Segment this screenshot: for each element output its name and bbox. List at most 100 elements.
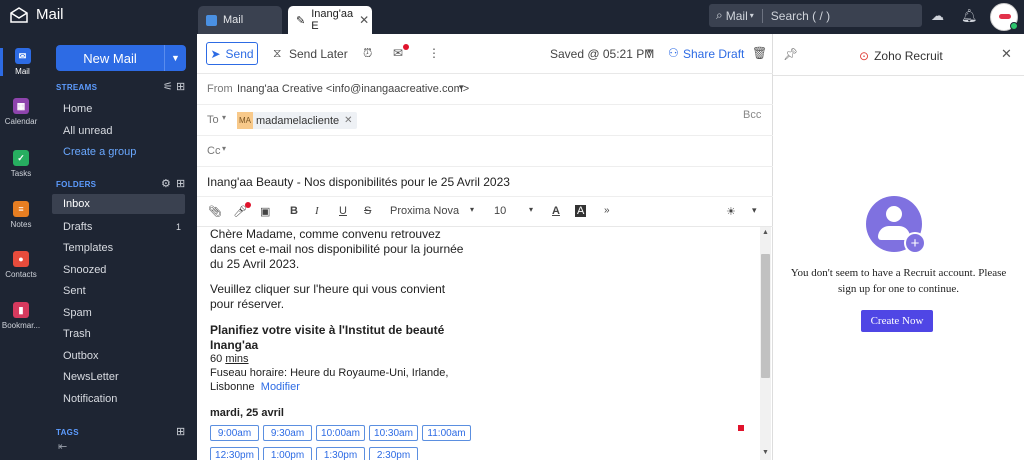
scrollbar[interactable]: ▲ ▼ bbox=[760, 227, 771, 460]
time-slot[interactable]: 10:00am bbox=[316, 425, 365, 441]
add-user-icon: + bbox=[904, 232, 926, 254]
sidebar-item-trash[interactable]: Trash bbox=[52, 324, 185, 344]
chevron-down-icon[interactable]: ▾ bbox=[222, 113, 226, 122]
add-icon[interactable]: ⊞ bbox=[176, 425, 185, 438]
search-input[interactable]: Search ( / ) bbox=[771, 9, 830, 23]
chevron-down-icon[interactable]: ▾ bbox=[752, 205, 757, 216]
rail-calendar[interactable]: ▦ Calendar bbox=[0, 98, 42, 126]
font-size-select[interactable]: 10 bbox=[494, 205, 506, 217]
new-mail-button[interactable]: New Mail ▼ bbox=[56, 45, 186, 71]
bold-icon[interactable]: B bbox=[290, 205, 298, 217]
close-icon[interactable]: ✕ bbox=[1001, 46, 1012, 62]
chevron-down-icon[interactable]: ▾ bbox=[459, 82, 464, 93]
avatar[interactable] bbox=[990, 3, 1018, 31]
time-slot[interactable]: 11:00am bbox=[422, 425, 471, 441]
chevron-down-icon[interactable]: ▾ bbox=[470, 205, 474, 214]
timezone-text: Fuseau horaire: Heure du Royaume-Uni, Ir… bbox=[210, 367, 449, 379]
chevron-down-icon[interactable]: ▾ bbox=[529, 205, 533, 214]
mail-app: Mail Mail ✎ Inang'aa E ✕ ⌕ Mail ▾ Search… bbox=[0, 0, 1024, 460]
create-now-button[interactable]: Create Now bbox=[861, 310, 933, 332]
scroll-up-icon[interactable]: ▲ bbox=[762, 229, 769, 236]
schedule-icon[interactable]: ⧖ bbox=[273, 46, 281, 61]
chevron-down-icon[interactable]: ▾ bbox=[222, 144, 226, 153]
read-receipt-icon[interactable]: ✉ bbox=[393, 46, 403, 60]
message-body[interactable]: Chère Madame, comme convenu retrouvez da… bbox=[197, 227, 773, 460]
theme-icon[interactable]: ☀ bbox=[726, 205, 736, 218]
sidebar-item-all-unread[interactable]: All unread bbox=[52, 121, 185, 141]
time-slot[interactable]: 12:30pm bbox=[210, 447, 259, 460]
collapse-sidebar-icon[interactable]: ⇤ bbox=[58, 440, 67, 453]
more-options-icon[interactable]: ⋮ bbox=[428, 46, 440, 60]
rail-label: Calendar bbox=[4, 117, 38, 126]
app-logo[interactable]: Mail bbox=[10, 6, 64, 23]
create-group-link[interactable]: Create a group bbox=[52, 142, 185, 162]
sidebar-item-newsletter[interactable]: NewsLetter bbox=[52, 367, 185, 387]
sidebar-item-inbox[interactable]: Inbox bbox=[52, 194, 185, 214]
streams-heading: STREAMS bbox=[56, 83, 98, 92]
sidebar-item-notification[interactable]: Notification bbox=[52, 389, 185, 409]
gear-icon[interactable]: ⚙ bbox=[161, 177, 171, 190]
rail-contacts[interactable]: ● Contacts bbox=[0, 251, 42, 279]
rail-bookmarks[interactable]: ▮ Bookmar... bbox=[0, 302, 42, 330]
chevron-down-icon[interactable]: ▼ bbox=[164, 45, 186, 71]
time-slot[interactable]: 2:30pm bbox=[369, 447, 418, 460]
rail-label: Bookmar... bbox=[1, 321, 41, 330]
search-bar[interactable]: ⌕ Mail ▾ Search ( / ) bbox=[709, 4, 922, 27]
add-icon[interactable]: ⊞ bbox=[176, 80, 185, 93]
filter-icon[interactable]: ⚟ bbox=[163, 80, 173, 93]
send-later-button[interactable]: Send Later bbox=[289, 47, 348, 61]
share-draft-button[interactable]: Share Draft bbox=[683, 47, 744, 61]
sidebar-item-templates[interactable]: Templates bbox=[52, 238, 185, 258]
tab-mail[interactable]: Mail bbox=[198, 6, 282, 34]
underline-icon[interactable]: U bbox=[339, 205, 347, 217]
time-slot[interactable]: 1:30pm bbox=[316, 447, 365, 460]
cc-row: Cc ▾ bbox=[197, 136, 773, 167]
time-slot[interactable]: 9:00am bbox=[210, 425, 259, 441]
italic-icon[interactable]: I bbox=[315, 205, 319, 217]
more-format-icon[interactable]: » bbox=[604, 205, 610, 216]
subject-row: Inang'aa Beauty - Nos disponibilités pou… bbox=[197, 167, 773, 197]
chevron-down-icon[interactable]: ▾ bbox=[647, 46, 652, 57]
to-label[interactable]: To bbox=[207, 114, 219, 126]
bcc-button[interactable]: Bcc bbox=[743, 109, 761, 121]
scroll-down-icon[interactable]: ▼ bbox=[762, 449, 769, 456]
pin-icon[interactable]: 📌︎ bbox=[783, 47, 798, 61]
sidebar-item-spam[interactable]: Spam bbox=[52, 303, 185, 323]
recipient-chip[interactable]: MA madamelacliente ✕ bbox=[237, 112, 357, 129]
rail-notes[interactable]: ≡ Notes bbox=[0, 201, 42, 229]
attachment-icon[interactable]: 📎︎ bbox=[208, 205, 222, 218]
time-slot[interactable]: 1:00pm bbox=[263, 447, 312, 460]
rail-tasks[interactable]: ✓ Tasks bbox=[0, 150, 42, 178]
time-slot[interactable]: 9:30am bbox=[263, 425, 312, 441]
rail-mail[interactable]: ✉ Mail bbox=[0, 48, 42, 76]
add-icon[interactable]: ⊞ bbox=[176, 177, 185, 190]
reminder-icon[interactable]: ⏰︎ bbox=[363, 46, 372, 61]
image-icon[interactable]: ▣ bbox=[260, 205, 270, 218]
panel-title-text: Zoho Recruit bbox=[874, 49, 943, 63]
sidebar-item-drafts[interactable]: Drafts 1 bbox=[52, 217, 185, 237]
text-color-icon[interactable]: A bbox=[552, 205, 560, 217]
time-slot[interactable]: 10:30am bbox=[369, 425, 418, 441]
sidebar-item-snoozed[interactable]: Snoozed bbox=[52, 260, 185, 280]
sidebar-item-sent[interactable]: Sent bbox=[52, 281, 185, 301]
strikethrough-icon[interactable]: S bbox=[364, 205, 371, 217]
highlight-color-icon[interactable]: A bbox=[575, 205, 587, 217]
search-scope[interactable]: Mail bbox=[726, 9, 748, 23]
duration-unit: mins bbox=[225, 353, 249, 365]
cc-label[interactable]: Cc bbox=[207, 145, 220, 157]
sidebar-item-home[interactable]: Home bbox=[52, 99, 185, 119]
close-tab-icon[interactable]: ✕ bbox=[359, 13, 369, 27]
font-family-select[interactable]: Proxima Nova bbox=[390, 205, 459, 217]
modify-link[interactable]: Modifier bbox=[261, 381, 300, 393]
divider bbox=[761, 8, 763, 23]
sidebar-item-outbox[interactable]: Outbox bbox=[52, 346, 185, 366]
from-select[interactable]: Inang'aa Creative <info@inangaacreative.… bbox=[237, 83, 469, 95]
scrollbar-thumb[interactable] bbox=[761, 254, 770, 378]
send-button[interactable]: ➤ Send bbox=[206, 42, 258, 65]
trash-icon[interactable]: 🗑︎ bbox=[752, 46, 767, 60]
cloud-upload-icon[interactable]: ☁ bbox=[931, 8, 944, 24]
bell-icon[interactable]: 🔔︎ bbox=[961, 8, 978, 24]
subject-input[interactable]: Inang'aa Beauty - Nos disponibilités pou… bbox=[207, 175, 510, 189]
tab-draft[interactable]: ✎ Inang'aa E ✕ bbox=[288, 6, 372, 34]
remove-recipient-icon[interactable]: ✕ bbox=[344, 115, 352, 126]
